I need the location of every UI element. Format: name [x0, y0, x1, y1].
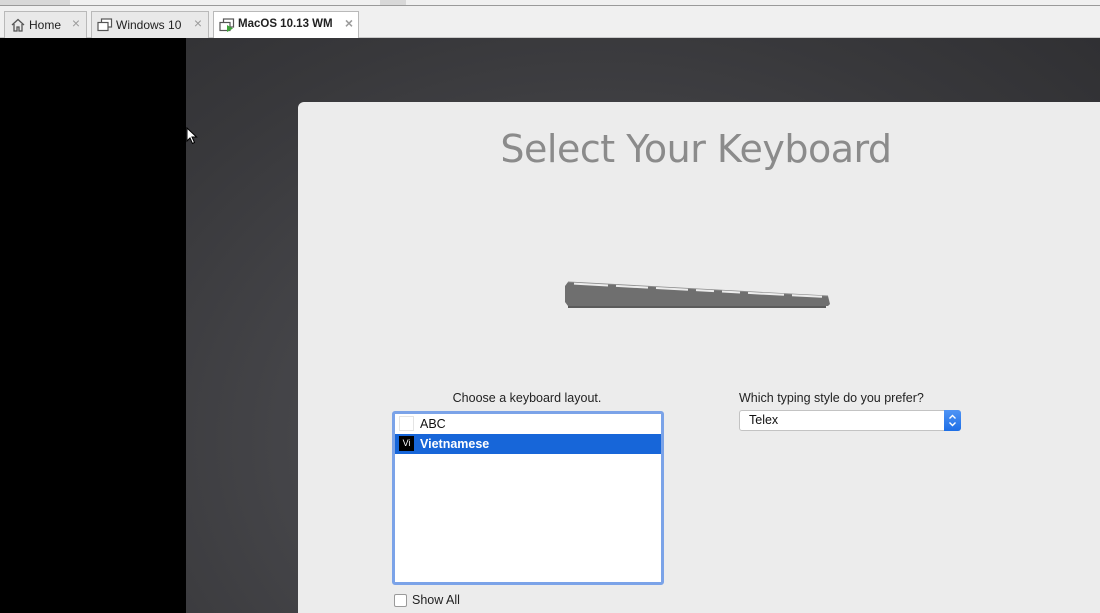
tab-label: Windows 10	[116, 18, 182, 32]
list-item-vietnamese[interactable]: Vi Vietnamese	[395, 434, 661, 454]
layout-flag-icon	[399, 416, 414, 431]
tab-home[interactable]: Home ×	[4, 11, 87, 38]
typing-style-select[interactable]: Telex	[739, 410, 961, 431]
layout-prompt: Choose a keyboard layout.	[452, 391, 602, 405]
list-item-label: Vietnamese	[420, 437, 490, 451]
list-item-abc[interactable]: ABC	[395, 414, 661, 434]
vm-icon	[97, 18, 113, 32]
tab-label: MacOS 10.13 WM	[238, 18, 333, 30]
tab-bar: Home × Windows 10 × MacOS 10.13 WM ×	[0, 0, 1100, 39]
close-icon[interactable]: ×	[342, 16, 356, 30]
layout-flag-icon: Vi	[399, 436, 414, 451]
close-icon[interactable]: ×	[191, 16, 205, 30]
vm-running-icon	[219, 18, 235, 32]
keyboard-layout-list[interactable]: ABC Vi Vietnamese	[392, 411, 664, 585]
vmware-window: Home × Windows 10 × MacOS 10.13 WM × Sel…	[0, 0, 1100, 613]
toolbar-divider	[0, 5, 1100, 6]
typing-style-value: Telex	[749, 413, 779, 427]
show-all-checkbox[interactable]	[394, 594, 407, 607]
tab-label: Home	[29, 18, 62, 32]
vm-letterbox	[0, 38, 186, 613]
list-item-label: ABC	[420, 417, 446, 431]
page-title: Select Your Keyboard	[500, 127, 892, 171]
close-icon[interactable]: ×	[69, 16, 83, 30]
mouse-cursor-icon	[186, 127, 198, 145]
setup-assistant-panel: Select Your Keyboard Choose a keyboard l…	[298, 102, 1100, 613]
keyboard-icon	[565, 281, 830, 308]
typing-style-prompt: Which typing style do you prefer?	[739, 391, 924, 405]
tab-macos[interactable]: MacOS 10.13 WM ×	[213, 11, 359, 39]
chevron-updown-icon[interactable]	[944, 410, 961, 431]
home-icon	[10, 18, 26, 32]
tab-windows-10[interactable]: Windows 10 ×	[91, 11, 209, 38]
show-all-label: Show All	[412, 593, 460, 607]
